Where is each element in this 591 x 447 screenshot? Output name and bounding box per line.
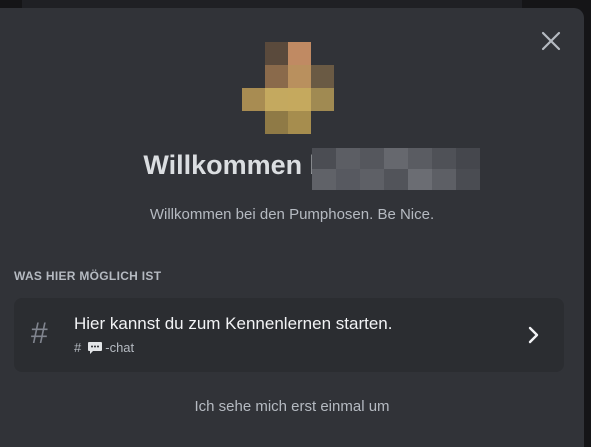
close-button[interactable] bbox=[536, 26, 566, 56]
server-icon bbox=[242, 42, 334, 134]
hash-icon: # bbox=[31, 317, 48, 350]
server-name-redacted bbox=[312, 148, 480, 190]
channel-name: -chat bbox=[105, 340, 135, 355]
modal-subtitle: Willkommen bei den Pumphosen. Be Nice. bbox=[149, 206, 435, 223]
welcome-modal: Willkommen bei Willkommen bei den Pumpho… bbox=[0, 8, 584, 447]
speech-bubble-icon bbox=[87, 341, 103, 355]
channel-card-title: Hier kannst du zum Kennenlernen starten. bbox=[74, 314, 393, 333]
section-heading: WAS HIER MÖGLICH IST bbox=[14, 269, 162, 283]
channel-reference: # -chat bbox=[74, 340, 134, 355]
browse-first-link[interactable]: Ich sehe mich erst einmal um bbox=[0, 398, 584, 415]
modal-title: Willkommen bei bbox=[0, 150, 584, 181]
channel-prefix-hash: # bbox=[74, 340, 82, 355]
channel-card[interactable]: # Hier kannst du zum Kennenlernen starte… bbox=[14, 298, 564, 372]
close-icon bbox=[541, 31, 561, 51]
backdrop-strip bbox=[22, 0, 522, 8]
chevron-right-icon bbox=[524, 324, 544, 346]
